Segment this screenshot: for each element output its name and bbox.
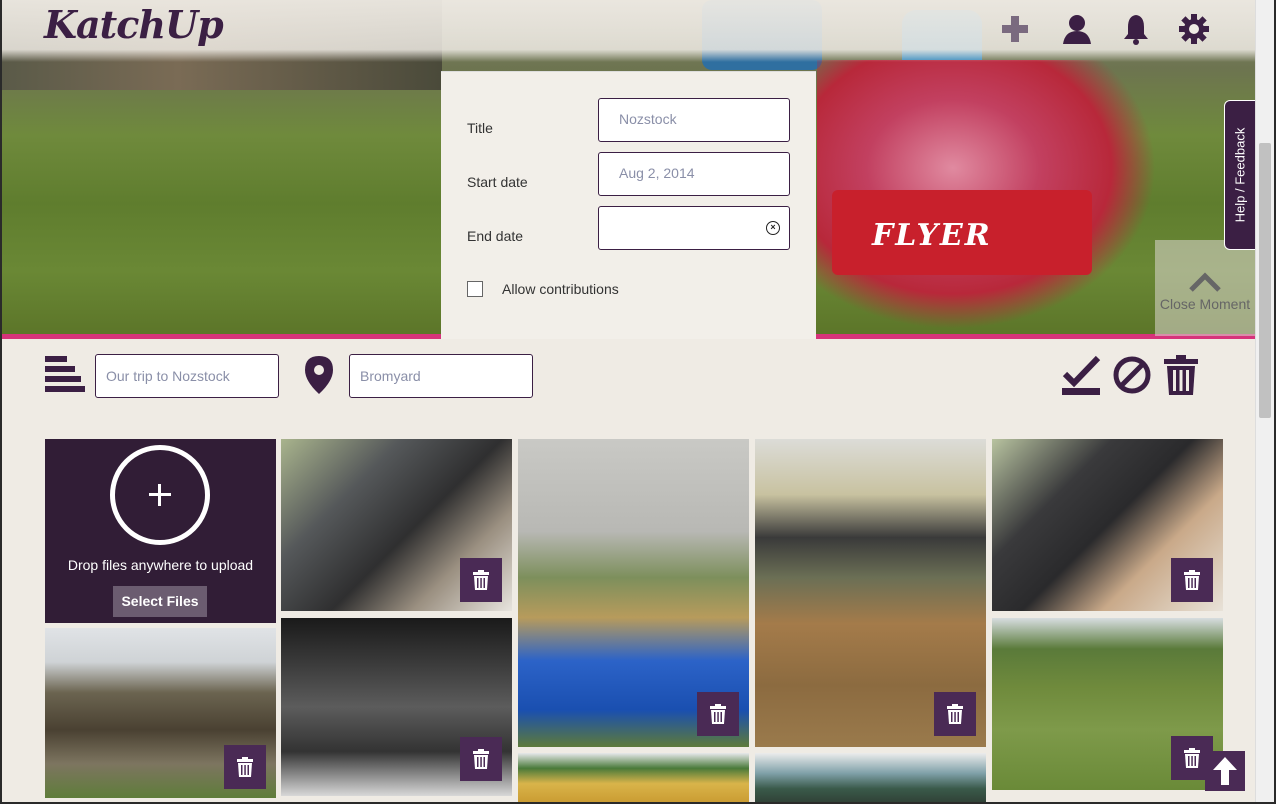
title-input[interactable]: Nozstock <box>598 98 790 142</box>
wagon-sign-text: FLYER <box>872 218 992 253</box>
drop-files-text: Drop files anywhere to upload <box>67 557 254 573</box>
trash-icon[interactable] <box>1171 558 1213 602</box>
back-to-top-button[interactable] <box>1205 751 1245 791</box>
scrollbar-thumb[interactable] <box>1259 143 1271 418</box>
user-icon[interactable] <box>1060 12 1094 46</box>
select-files-button[interactable]: Select Files <box>113 586 207 617</box>
moment-form: Title Nozstock Start date Aug 2, 2014 En… <box>441 71 816 339</box>
upload-dropzone[interactable]: Drop files anywhere to upload Select Fil… <box>45 439 276 623</box>
gear-icon[interactable] <box>1177 12 1211 46</box>
delete-all-icon[interactable] <box>1162 354 1200 396</box>
close-moment-button[interactable]: Close Moment <box>1155 240 1255 336</box>
photo-tile-stage-performer[interactable] <box>281 618 512 796</box>
bell-icon[interactable] <box>1119 12 1153 46</box>
help-feedback-label: Help / Feedback <box>1232 127 1248 223</box>
header: KatchUp <box>2 0 1255 62</box>
trash-icon[interactable] <box>460 737 502 781</box>
check-all-icon[interactable] <box>1062 354 1102 396</box>
block-icon[interactable] <box>1111 354 1153 396</box>
location-placeholder: Bromyard <box>360 368 421 384</box>
photo-tile-field-wagon[interactable] <box>992 618 1223 790</box>
photo-tile-tent[interactable] <box>518 753 749 804</box>
chevron-up-icon <box>1155 272 1255 296</box>
wagon-sign: FLYER <box>832 190 1092 275</box>
description-placeholder: Our trip to Nozstock <box>106 368 230 384</box>
photo-tile-garden-stage[interactable] <box>755 439 986 747</box>
plus-icon[interactable] <box>998 12 1032 46</box>
start-date-placeholder: Aug 2, 2014 <box>619 165 695 181</box>
photo-tile-car-kids[interactable] <box>281 439 512 611</box>
scrollbar[interactable] <box>1255 0 1274 804</box>
photo-tile-car-girl[interactable] <box>992 439 1223 611</box>
start-date-input[interactable]: Aug 2, 2014 <box>598 152 790 196</box>
trash-icon[interactable] <box>934 692 976 736</box>
trash-icon[interactable] <box>697 692 739 736</box>
start-date-label: Start date <box>467 174 528 190</box>
end-date-label: End date <box>467 228 524 244</box>
help-feedback-tab[interactable]: Help / Feedback <box>1224 100 1256 250</box>
allow-contributions-label[interactable]: Allow contributions <box>502 281 619 297</box>
photo-tile-dragon[interactable] <box>755 753 986 804</box>
trash-icon[interactable] <box>460 558 502 602</box>
photo-tile-barrels[interactable] <box>518 439 749 747</box>
add-photo-icon[interactable] <box>110 445 210 545</box>
title-placeholder: Nozstock <box>619 111 677 127</box>
trash-icon[interactable] <box>224 745 266 789</box>
allow-contributions-checkbox[interactable] <box>467 281 483 297</box>
photo-tile-hut[interactable] <box>45 628 276 798</box>
description-icon <box>45 356 85 394</box>
arrow-up-icon <box>1213 757 1237 785</box>
location-input[interactable]: Bromyard <box>349 354 533 398</box>
close-moment-label: Close Moment <box>1159 296 1251 312</box>
logo[interactable]: KatchUp <box>44 2 224 47</box>
description-input[interactable]: Our trip to Nozstock <box>95 354 279 398</box>
title-label: Title <box>467 120 493 136</box>
location-pin-icon <box>303 355 335 395</box>
end-date-input[interactable]: × <box>598 206 790 250</box>
clear-icon[interactable]: × <box>766 221 780 235</box>
